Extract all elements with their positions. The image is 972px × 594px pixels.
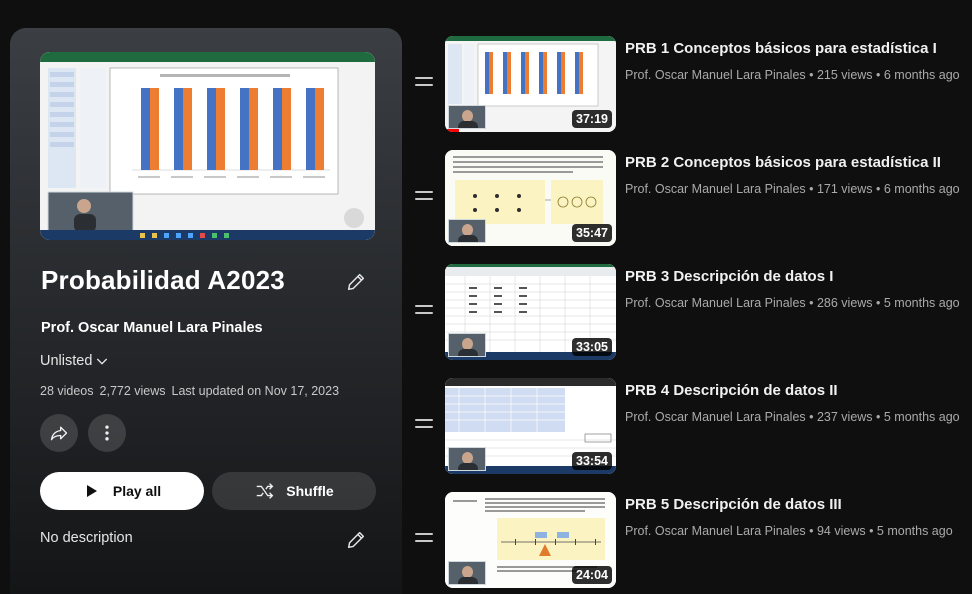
- video-thumbnail[interactable]: 33:05: [445, 264, 616, 360]
- chevron-down-icon: [97, 358, 108, 365]
- drag-handle-icon[interactable]: [415, 419, 433, 433]
- more-actions-button[interactable]: [88, 414, 126, 452]
- drag-handle-icon[interactable]: [415, 77, 433, 91]
- video-meta: Prof. Oscar Manuel Lara Pinales • 94 vie…: [625, 524, 953, 538]
- video-title[interactable]: PRB 2 Conceptos básicos para estadística…: [625, 154, 941, 171]
- video-thumbnail[interactable]: 33:54: [445, 378, 616, 474]
- privacy-label: Unlisted: [40, 353, 93, 369]
- video-duration: 33:54: [572, 452, 612, 470]
- video-duration: 37:19: [572, 110, 612, 128]
- video-meta: Prof. Oscar Manuel Lara Pinales • 215 vi…: [625, 68, 960, 82]
- drag-handle-icon[interactable]: [415, 191, 433, 205]
- share-icon: [50, 426, 68, 441]
- playlist-video-item[interactable]: 33:05 PRB 3 Descripción de datos I Prof.…: [410, 264, 972, 364]
- playlist-author-link[interactable]: Prof. Oscar Manuel Lara Pinales: [41, 320, 263, 336]
- play-icon: [86, 485, 97, 497]
- more-vert-icon: [105, 425, 109, 441]
- video-meta: Prof. Oscar Manuel Lara Pinales • 171 vi…: [625, 182, 960, 196]
- privacy-dropdown[interactable]: Unlisted: [40, 353, 110, 369]
- drag-handle-icon[interactable]: [415, 305, 433, 319]
- shuffle-icon: [257, 483, 274, 499]
- edit-title-button[interactable]: [342, 268, 370, 296]
- playlist-thumbnail-screenshot: [40, 52, 375, 240]
- pencil-icon: [347, 273, 365, 291]
- play-all-button[interactable]: Play all: [40, 472, 204, 510]
- video-title[interactable]: PRB 1 Conceptos básicos para estadística…: [625, 40, 937, 57]
- playlist-description: No description: [40, 530, 133, 546]
- playlist-thumbnail[interactable]: [40, 52, 375, 240]
- webcam-overlay: [448, 219, 486, 243]
- playlist-header-panel: Probabilidad A2023 Prof. Oscar Manuel La…: [10, 28, 402, 594]
- watch-progress-bar: [445, 129, 459, 132]
- view-count: 2,772 views: [99, 384, 166, 398]
- playlist-video-item[interactable]: 37:19 PRB 1 Conceptos básicos para estad…: [410, 36, 972, 136]
- playlist-title: Probabilidad A2023: [41, 265, 285, 295]
- video-duration: 33:05: [572, 338, 612, 356]
- video-thumbnail[interactable]: 37:19: [445, 36, 616, 132]
- video-meta: Prof. Oscar Manuel Lara Pinales • 286 vi…: [625, 296, 960, 310]
- video-title[interactable]: PRB 5 Descripción de datos III: [625, 496, 842, 513]
- playlist-video-item[interactable]: 35:47 PRB 2 Conceptos básicos para estad…: [410, 150, 972, 250]
- video-title[interactable]: PRB 4 Descripción de datos II: [625, 382, 838, 399]
- pencil-icon: [347, 531, 365, 549]
- video-thumbnail[interactable]: 24:04: [445, 492, 616, 588]
- playlist-video-item[interactable]: 33:54 PRB 4 Descripción de datos II Prof…: [410, 378, 972, 478]
- video-thumbnail[interactable]: 35:47: [445, 150, 616, 246]
- drag-handle-icon[interactable]: [415, 533, 433, 547]
- play-all-label: Play all: [112, 483, 162, 499]
- webcam-overlay: [448, 447, 486, 471]
- shuffle-button[interactable]: Shuffle: [212, 472, 376, 510]
- share-button[interactable]: [40, 414, 78, 452]
- edit-description-button[interactable]: [342, 526, 370, 554]
- video-duration: 24:04: [572, 566, 612, 584]
- video-duration: 35:47: [572, 224, 612, 242]
- video-meta: Prof. Oscar Manuel Lara Pinales • 237 vi…: [625, 410, 960, 424]
- webcam-overlay: [448, 105, 486, 129]
- shuffle-label: Shuffle: [286, 483, 334, 499]
- last-updated: Last updated on Nov 17, 2023: [171, 384, 340, 398]
- playlist-stats: 28 videos 2,772 views Last updated on Nov …: [40, 384, 345, 398]
- video-count: 28 videos: [40, 384, 94, 398]
- webcam-overlay: [448, 561, 486, 585]
- webcam-overlay: [448, 333, 486, 357]
- video-title[interactable]: PRB 3 Descripción de datos I: [625, 268, 833, 285]
- playlist-video-item[interactable]: 24:04 PRB 5 Descripción de datos III Pro…: [410, 492, 972, 592]
